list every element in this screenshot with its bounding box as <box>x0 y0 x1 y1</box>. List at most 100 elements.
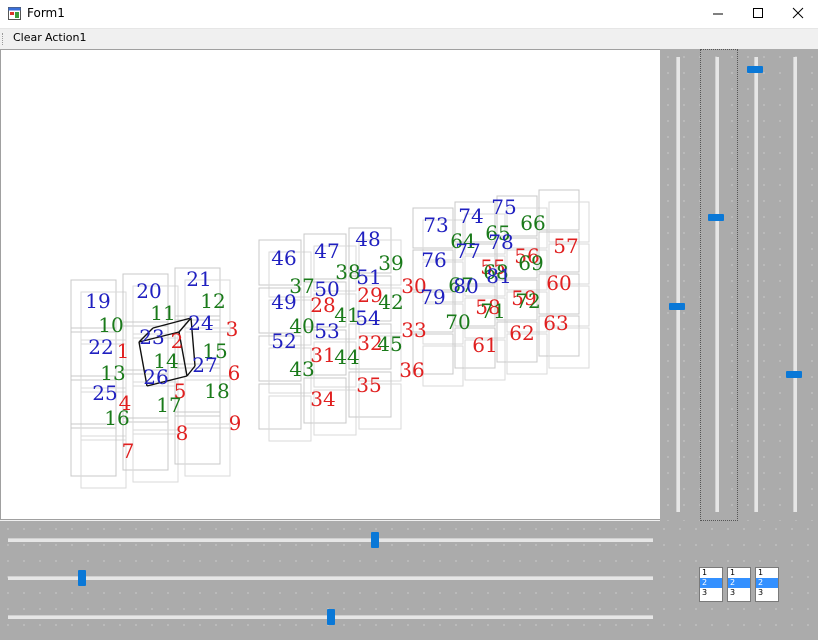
cube-label: 12 <box>200 289 225 313</box>
vertical-slider-track <box>676 57 680 512</box>
vertical-slider-thumb[interactable] <box>669 303 685 311</box>
cube-label: 81 <box>486 264 511 288</box>
cube-label: 43 <box>289 357 314 381</box>
cube-label: 24 <box>188 311 213 335</box>
vertical-slider-thumb[interactable] <box>786 370 802 378</box>
cube-label: 1 <box>117 339 130 363</box>
vertical-slider-track <box>793 57 797 512</box>
cube-label: 8 <box>176 421 189 445</box>
cube-label: 34 <box>310 387 335 411</box>
listbox-3-item-selected[interactable]: 2 <box>756 578 778 588</box>
listbox-3[interactable]: 1 2 3 <box>755 567 779 602</box>
cube-label: 16 <box>104 406 129 430</box>
listbox-2-item-selected[interactable]: 2 <box>728 578 750 588</box>
listbox-3-item[interactable]: 1 <box>756 568 778 578</box>
cube-label: 70 <box>445 310 470 334</box>
cube-label: 51 <box>356 265 381 289</box>
cube-label: 44 <box>334 345 359 369</box>
vertical-slider-thumb[interactable] <box>747 65 763 73</box>
listbox-2[interactable]: 1 2 3 <box>727 567 751 602</box>
cube-outline-back <box>422 345 464 387</box>
cube-label: 17 <box>156 393 181 417</box>
horizontal-slider-track <box>8 538 653 542</box>
vertical-slider-1[interactable] <box>667 49 689 521</box>
cube-label: 33 <box>401 318 426 342</box>
cube-label: 19 <box>85 289 110 313</box>
bottom-slider-panel <box>0 521 818 640</box>
menu-item-action1[interactable]: Action1 <box>45 31 86 44</box>
listbox-1-item-selected[interactable]: 2 <box>700 578 722 588</box>
cube-label: 42 <box>378 290 403 314</box>
cube-label: 20 <box>136 279 161 303</box>
cube-label: 54 <box>355 306 380 330</box>
cube-label: 48 <box>355 227 380 251</box>
cube-label: 71 <box>480 299 505 323</box>
cube-label: 73 <box>423 213 448 237</box>
cube-label: 22 <box>88 335 113 359</box>
cube-label: 53 <box>314 319 339 343</box>
cube-label: 72 <box>515 289 540 313</box>
cube-label: 69 <box>518 251 543 275</box>
cube-label: 60 <box>546 271 571 295</box>
vertical-slider-3[interactable] <box>745 49 767 521</box>
cube-label: 75 <box>491 195 516 219</box>
maximize-button[interactable] <box>738 0 778 28</box>
cube-outline-back <box>184 423 231 477</box>
right-slider-panel <box>660 49 818 521</box>
vertical-slider-4[interactable] <box>784 49 806 521</box>
minimize-icon <box>713 13 723 15</box>
horizontal-slider-thumb[interactable] <box>371 532 380 548</box>
cube-label: 50 <box>314 277 339 301</box>
horizontal-slider-thumb[interactable] <box>326 609 335 625</box>
listbox-3-item[interactable]: 3 <box>756 588 778 598</box>
vertical-slider-track <box>715 57 719 512</box>
horizontal-slider-2[interactable] <box>0 567 660 589</box>
cube-label: 77 <box>455 239 480 263</box>
cube-label: 27 <box>192 353 217 377</box>
cube-label: 47 <box>314 239 339 263</box>
cube-label: 26 <box>143 365 168 389</box>
menu-bar: Clear Action1 <box>0 29 818 48</box>
cube-label: 46 <box>271 246 296 270</box>
menu-grip <box>2 33 5 45</box>
window-title: Form1 <box>27 6 65 20</box>
horizontal-slider-1[interactable] <box>0 529 660 551</box>
cube-outline-back <box>132 429 179 483</box>
cube-label: 57 <box>553 234 578 258</box>
cube-label: 79 <box>420 285 445 309</box>
listbox-2-item[interactable]: 1 <box>728 568 750 578</box>
listbox-1-item[interactable]: 3 <box>700 588 722 598</box>
cube-label: 23 <box>139 325 164 349</box>
cube-label: 78 <box>488 230 513 254</box>
cube-label: 39 <box>378 251 403 275</box>
horizontal-slider-3[interactable] <box>0 606 660 628</box>
minimize-button[interactable] <box>698 0 738 28</box>
menu-item-clear[interactable]: Clear <box>13 31 42 44</box>
horizontal-slider-thumb[interactable] <box>78 570 87 586</box>
cube-label: 25 <box>92 381 117 405</box>
vertical-slider-thumb[interactable] <box>708 213 724 221</box>
vertical-slider-2[interactable] <box>706 49 728 521</box>
cube-label: 76 <box>421 248 446 272</box>
cube-label: 35 <box>356 373 381 397</box>
close-button[interactable] <box>778 0 818 28</box>
cube-label: 66 <box>520 211 545 235</box>
cube-outline <box>70 423 117 477</box>
cube-label: 80 <box>453 274 478 298</box>
cube-label: 11 <box>150 301 175 325</box>
cube-label: 45 <box>377 332 402 356</box>
listbox-1-item[interactable]: 1 <box>700 568 722 578</box>
cube-outline-back <box>80 435 127 489</box>
cube-label: 21 <box>186 267 211 291</box>
cube-label: 18 <box>204 379 229 403</box>
cube-label: 3 <box>226 317 239 341</box>
close-icon <box>792 7 804 19</box>
listbox-2-item[interactable]: 3 <box>728 588 750 598</box>
cube-label: 9 <box>229 411 242 435</box>
render-canvas[interactable]: 1 2 3 4 5 6 7 8 9 10 11 12 13 14 15 16 17 18 19 20 21 22 23 24 2… <box>0 49 661 520</box>
listbox-1[interactable]: 1 2 3 <box>699 567 723 602</box>
cube-label: 62 <box>509 321 534 345</box>
cube-scene: 1 2 34 5678 910 11 1213 14 1516171819 20 2122 23242… <box>70 189 590 489</box>
cube-label: 74 <box>458 204 483 228</box>
cube-label: 61 <box>472 333 497 357</box>
